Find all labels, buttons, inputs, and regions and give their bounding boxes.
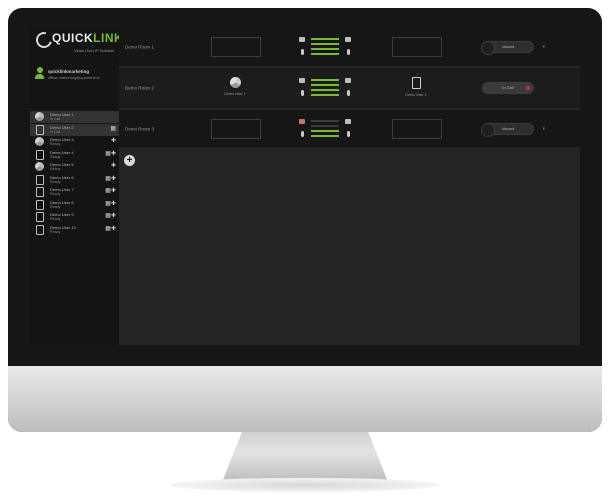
- monitor-stand: [222, 432, 388, 482]
- device-slot-right[interactable]: [392, 36, 442, 57]
- phone-icon: [36, 187, 44, 197]
- contact-status: Ready: [50, 204, 61, 209]
- contact-status: Ready: [50, 229, 61, 234]
- quicklink-logo: QUICKLINK Video Over IP Solution: [33, 29, 123, 61]
- contact-actions[interactable]: ✚: [111, 138, 116, 145]
- chevron-down-icon[interactable]: ▾: [542, 42, 545, 52]
- contact-item[interactable]: Demo User 8 Ready ▦✚: [30, 199, 119, 211]
- contact-status: Ready: [50, 192, 61, 196]
- phone-icon: [411, 77, 421, 89]
- chrome-icon: [229, 77, 241, 88]
- room-status-button[interactable]: Vacant ▾: [481, 40, 545, 55]
- chrome-icon: [35, 137, 44, 146]
- user-email: office.marketing@quicklink.tv: [48, 75, 100, 80]
- add-room-button[interactable]: +: [124, 155, 135, 166]
- room-status-button[interactable]: In Call: [482, 82, 534, 94]
- contact-actions[interactable]: ▦✚: [105, 176, 116, 183]
- device-slot-left[interactable]: [211, 118, 261, 139]
- monitor-chin: [8, 366, 602, 432]
- status-toggle[interactable]: [481, 122, 495, 137]
- camera-off-icon: [299, 118, 305, 124]
- room-status-label: In Call: [502, 85, 514, 90]
- contact-status: In Call: [50, 117, 61, 121]
- user-avatar-icon: [35, 67, 44, 79]
- room-row: Demo Room 3 Vacant ▾: [119, 110, 580, 147]
- device-left[interactable]: Demo User 1: [205, 77, 265, 96]
- connection-link: [299, 36, 351, 58]
- microphone-icon: [347, 130, 350, 137]
- connection-link: [299, 118, 351, 140]
- chrome-icon: [35, 162, 44, 171]
- contact-status: In Call: [50, 129, 61, 134]
- contact-actions[interactable]: ▦✚: [105, 226, 116, 233]
- phone-icon: [36, 212, 44, 222]
- phone-icon: [36, 199, 44, 210]
- microphone-icon: [301, 90, 304, 96]
- contact-actions[interactable]: ▦✚: [105, 213, 116, 220]
- contact-item[interactable]: Demo User 9 Ready ▦✚: [30, 211, 119, 223]
- phone-icon: [36, 124, 44, 135]
- user-panel[interactable]: quicklinkmarketing office.marketing@quic…: [30, 61, 119, 91]
- contact-status: Ready: [50, 154, 61, 159]
- contact-status: Ready: [50, 179, 61, 184]
- contact-list: Demo User 1 In Call Demo User 2 In Call …: [30, 111, 119, 236]
- contact-item[interactable]: Demo User 3 Ready ✚: [30, 136, 119, 148]
- phone-icon: [36, 149, 44, 160]
- device-label: Demo User 1: [224, 92, 246, 96]
- contact-actions[interactable]: ▦: [110, 126, 116, 133]
- contact-item[interactable]: Demo User 10 Ready ▦✚: [30, 224, 119, 236]
- device-slot-right[interactable]: [392, 118, 442, 139]
- logo-tagline: Video Over IP Solution: [74, 48, 115, 53]
- contact-item[interactable]: Demo User 6 Ready ▦✚: [30, 174, 119, 186]
- room-row: Demo Room 1 Vacant ▾: [119, 27, 580, 66]
- contact-status: Ready: [50, 142, 61, 146]
- status-toggle[interactable]: [481, 40, 495, 55]
- contact-item[interactable]: Demo User 2 In Call ▦: [30, 123, 119, 136]
- contact-status: Ready: [50, 167, 61, 171]
- contact-actions[interactable]: ✚: [111, 163, 116, 170]
- contact-actions[interactable]: ▦✚: [105, 201, 116, 208]
- contact-status: Ready: [50, 217, 61, 221]
- phone-icon: [36, 174, 44, 185]
- microphone-icon: [347, 48, 350, 55]
- user-name: quicklinkmarketing: [48, 69, 90, 74]
- camera-icon: [299, 78, 305, 83]
- device-right[interactable]: Demo User 2: [386, 77, 446, 97]
- contact-actions[interactable]: ▦✚: [105, 151, 116, 158]
- sidebar: QUICKLINK Video Over IP Solution quickli…: [30, 27, 123, 345]
- chrome-icon: [35, 112, 44, 121]
- logo-text: QUICK: [52, 31, 94, 45]
- microphone-icon: [301, 48, 304, 55]
- room-name: Demo Room 2: [125, 85, 155, 91]
- camera-icon: [345, 36, 351, 42]
- contact-actions[interactable]: ▦✚: [105, 188, 116, 195]
- room-status-button[interactable]: Vacant ▾: [481, 122, 545, 137]
- device-label: Demo User 2: [405, 93, 427, 97]
- microphone-icon: [347, 90, 350, 96]
- recording-indicator-icon: [526, 86, 530, 90]
- app-screen: QUICKLINK Video Over IP Solution quickli…: [30, 27, 580, 345]
- room-name: Demo Room 1: [125, 44, 155, 49]
- camera-icon: [345, 78, 351, 83]
- contact-item[interactable]: Demo User 5 Ready ✚: [30, 161, 119, 173]
- camera-icon: [345, 118, 351, 124]
- device-slot-left[interactable]: [211, 36, 261, 57]
- rooms-panel: Demo Room 1 Vacant ▾ Demo Room 2 Demo Us…: [119, 27, 580, 345]
- phone-icon: [36, 224, 44, 235]
- connection-link: [299, 77, 351, 99]
- room-status-label: Vacant: [501, 125, 515, 131]
- camera-icon: [299, 36, 305, 42]
- contact-item[interactable]: Demo User 1 In Call: [30, 111, 119, 123]
- chevron-down-icon[interactable]: ▾: [542, 124, 545, 134]
- room-row: Demo Room 2 Demo User 1 Demo User 2 In C…: [119, 68, 580, 108]
- contact-item[interactable]: Demo User 4 Ready ▦✚: [30, 149, 119, 161]
- monitor-base: [170, 478, 440, 492]
- room-status-label: Vacant: [501, 43, 515, 49]
- contact-item[interactable]: Demo User 7 Ready ▦✚: [30, 186, 119, 198]
- room-name: Demo Room 3: [125, 126, 155, 131]
- microphone-icon: [301, 130, 304, 137]
